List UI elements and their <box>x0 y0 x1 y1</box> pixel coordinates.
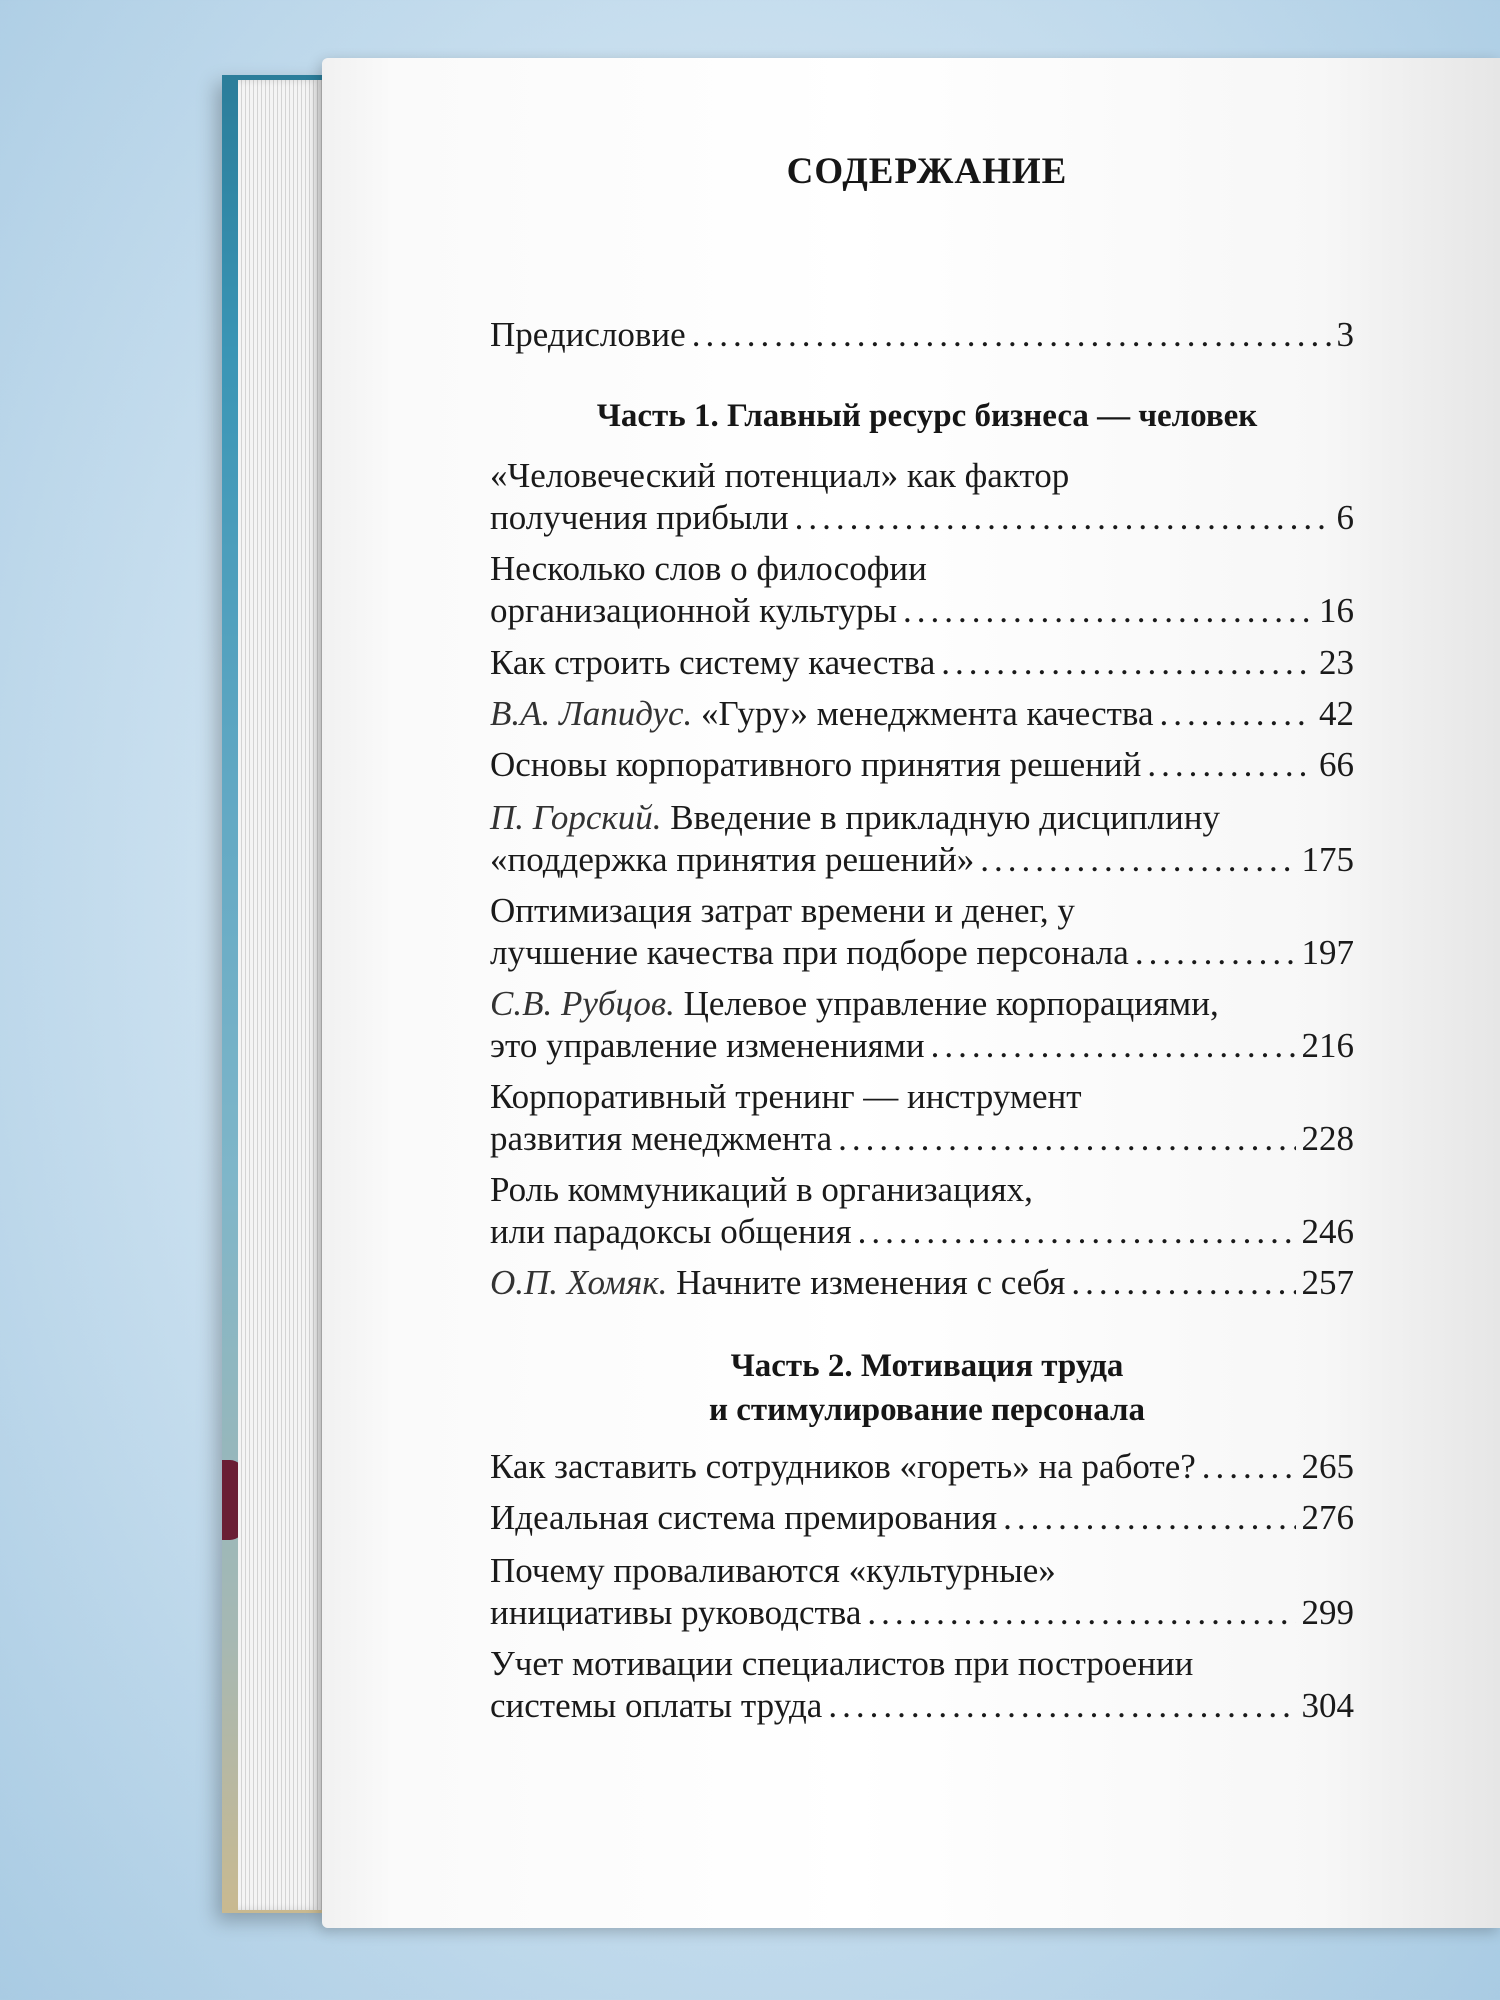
toc-page-number: 265 <box>1301 1447 1355 1486</box>
toc-page-number: 66 <box>1319 745 1354 784</box>
toc-entry-text: Начните изменения с себя <box>676 1263 1066 1302</box>
toc-entry-text: развития менеджмента <box>490 1119 833 1158</box>
toc-entry-text: Учет мотивации специалистов при построен… <box>490 1644 1194 1683</box>
toc-page-number: 304 <box>1301 1686 1355 1725</box>
toc-entry-text: «Гуру» менеджмента качества <box>701 694 1154 733</box>
toc-entry-text: это управление изменениями <box>490 1026 925 1065</box>
toc-entry-text: «Человеческий потенциал» как фактор <box>490 456 1070 495</box>
toc-entry-text: Корпоративный тренинг — инструмент <box>490 1077 1082 1116</box>
toc-entry[interactable]: Идеальная система премирования..........… <box>490 1497 1354 1539</box>
toc-entry-text: Как заставить сотрудников «гореть» на ра… <box>490 1447 1196 1486</box>
toc-entry-text: Предисловие <box>490 315 686 354</box>
toc-entry-text: получения прибыли <box>490 498 789 537</box>
toc-entry[interactable]: Оптимизация затрат времени и денег, у лу… <box>490 890 1354 974</box>
toc-entry-text: лучшение качества при подборе персонала <box>490 933 1129 972</box>
page-edges <box>238 80 322 1910</box>
toc-entry[interactable]: Как заставить сотрудников «гореть» на ра… <box>490 1446 1354 1488</box>
toc-author: В.А. Лапидус. <box>490 694 693 733</box>
part2-heading: Часть 2. Мотивация труда и стимулировани… <box>322 1344 1500 1432</box>
toc-page-number: 3 <box>1336 315 1355 354</box>
toc-page-number: 197 <box>1301 933 1355 972</box>
toc-entry[interactable]: Учет мотивации специалистов при построен… <box>490 1643 1354 1727</box>
toc-entry-preface[interactable]: Предисловие.............................… <box>490 314 1354 356</box>
toc-entry[interactable]: С.В. Рубцов. Целевое управление корпорац… <box>490 983 1354 1067</box>
toc-entry-text: Идеальная система премирования <box>490 1498 998 1537</box>
toc-entry-text: «поддержка принятия решений» <box>490 840 975 879</box>
toc-entry-text: Оптимизация затрат времени и денег, у <box>490 891 1075 930</box>
toc-author: С.В. Рубцов. <box>490 984 675 1023</box>
toc-entry-text: системы оплаты труда <box>490 1686 823 1725</box>
toc-page-number: 23 <box>1319 643 1354 682</box>
toc-entry-text: Введение в прикладную дисциплину <box>670 798 1220 837</box>
toc-page-number: 175 <box>1301 840 1355 879</box>
toc-entry-text: Целевое управление корпорациями, <box>683 984 1219 1023</box>
toc-entry[interactable]: «Человеческий потенциал» как фактор полу… <box>490 455 1354 539</box>
toc-entry[interactable]: Роль коммуникаций в организациях, или па… <box>490 1169 1354 1253</box>
toc-entry-text: Как строить систему качества <box>490 643 936 682</box>
toc-entry[interactable]: В.А. Лапидус. «Гуру» менеджмента качеств… <box>490 693 1354 735</box>
part1-heading: Часть 1. Главный ресурс бизнеса — челове… <box>596 398 1258 434</box>
toc-page-number: 257 <box>1301 1263 1355 1302</box>
toc-entry[interactable]: Корпоративный тренинг — инструмент разви… <box>490 1076 1354 1160</box>
toc-entry-text: Почему проваливаются «культурные» <box>490 1551 1056 1590</box>
toc-entry-text: Основы корпоративного принятия решений <box>490 745 1142 784</box>
toc-page-number: 299 <box>1301 1593 1355 1632</box>
toc-page-number: 228 <box>1301 1119 1355 1158</box>
toc-page-number: 6 <box>1336 498 1355 537</box>
book: СОДЕРЖАНИЕ Предисловие..................… <box>0 0 1500 2000</box>
toc-entry[interactable]: Основы корпоративного принятия решений..… <box>490 744 1354 786</box>
toc-entry[interactable]: Как строить систему качества............… <box>490 642 1354 684</box>
toc-page-number: 42 <box>1319 694 1354 733</box>
toc-page-number: 16 <box>1319 591 1354 630</box>
toc-entry[interactable]: Почему проваливаются «культурные» инициа… <box>490 1550 1354 1634</box>
toc-author: П. Горский. <box>490 798 662 837</box>
toc-title: СОДЕРЖАНИЕ <box>786 151 1068 192</box>
toc-author: О.П. Хомяк. <box>490 1263 668 1302</box>
part2-heading-line1: Часть 2. Мотивация труда <box>730 1348 1124 1384</box>
part2-heading-line2: и стимулирование персонала <box>708 1392 1146 1428</box>
toc-entry-text: организационной культуры <box>490 591 898 630</box>
toc-page-number: 276 <box>1301 1498 1355 1537</box>
toc-entry[interactable]: П. Горский. Введение в прикладную дисцип… <box>490 797 1354 881</box>
toc-entry[interactable]: Несколько слов о философии организационн… <box>490 548 1354 632</box>
toc-entry-text: или парадоксы общения <box>490 1212 852 1251</box>
toc-entry-text: инициативы руководства <box>490 1593 862 1632</box>
toc-entry-text: Роль коммуникаций в организациях, <box>490 1170 1033 1209</box>
toc-page-number: 246 <box>1301 1212 1355 1251</box>
toc-entry-text: Несколько слов о философии <box>490 549 927 588</box>
toc-entry[interactable]: О.П. Хомяк. Начните изменения с себя....… <box>490 1262 1354 1304</box>
toc-page-number: 216 <box>1301 1026 1355 1065</box>
